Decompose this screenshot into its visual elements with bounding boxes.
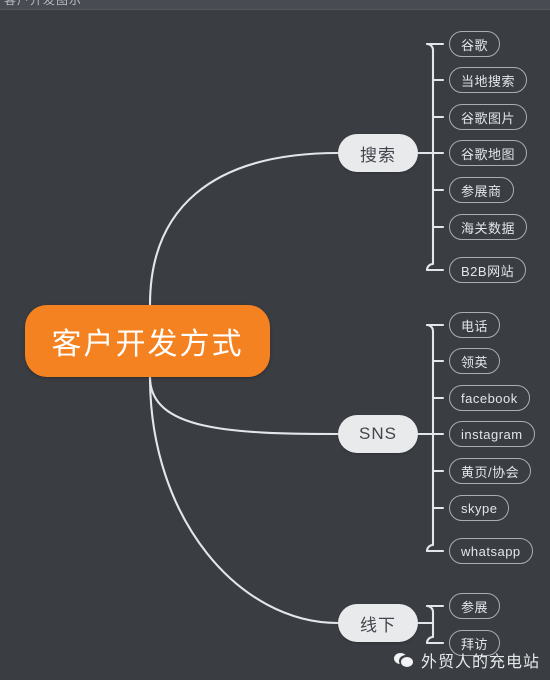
branch-node-search[interactable]: 搜索 xyxy=(338,134,418,172)
leaf-node-label: 参展 xyxy=(461,599,489,615)
leaf-node[interactable]: 参展商 xyxy=(449,177,514,203)
branch-node-offline[interactable]: 线下 xyxy=(338,604,418,642)
branch-node-sns[interactable]: SNS xyxy=(338,415,418,453)
leaf-node[interactable]: 领英 xyxy=(449,348,501,374)
branch-node-label: SNS xyxy=(359,424,397,443)
branch-node-label: 线下 xyxy=(360,615,396,635)
leaf-node[interactable]: instagram xyxy=(449,421,535,447)
leaf-node-label: 电话 xyxy=(461,318,489,334)
leaf-node-label: instagram xyxy=(461,426,523,442)
mindmap-canvas: 客户开发图示 客户开发方式 搜索 SNS 线下 谷歌 当地搜索 谷歌图片 谷歌地… xyxy=(0,0,550,680)
leaf-node-label: whatsapp xyxy=(461,543,521,559)
wechat-icon xyxy=(393,652,414,669)
root-node[interactable]: 客户开发方式 xyxy=(25,305,270,377)
leaf-node-label: 谷歌 xyxy=(461,37,489,53)
leaf-node[interactable]: skype xyxy=(449,495,510,521)
leaf-node-label: 谷歌地图 xyxy=(461,146,516,162)
leaf-node[interactable]: B2B网站 xyxy=(449,257,527,283)
watermark-label: 外贸人的充电站 xyxy=(420,654,540,671)
leaf-node-label: 领英 xyxy=(461,354,489,370)
leaf-node[interactable]: 谷歌地图 xyxy=(449,140,528,166)
leaf-node-label: facebook xyxy=(461,390,518,406)
leaf-node-label: skype xyxy=(461,500,498,516)
leaf-node[interactable]: 当地搜索 xyxy=(449,67,528,93)
leaf-node[interactable]: 电话 xyxy=(449,312,501,338)
link-root-sns xyxy=(148,375,340,436)
leaf-node-label: B2B网站 xyxy=(461,263,515,279)
branch-node-label: 搜索 xyxy=(360,145,396,165)
leaf-node-label: 当地搜索 xyxy=(461,73,516,89)
leaf-node[interactable]: 海关数据 xyxy=(449,214,528,240)
leaf-node[interactable]: 谷歌 xyxy=(449,31,501,57)
link-root-offline xyxy=(148,375,340,625)
leaf-node-label: 参展商 xyxy=(461,183,502,199)
leaf-node-label: 黄页/协会 xyxy=(461,464,520,480)
link-root-search xyxy=(148,151,340,307)
leaf-node-label: 海关数据 xyxy=(461,220,516,236)
window-top-strip: 客户开发图示 xyxy=(0,0,550,10)
leaf-node[interactable]: facebook xyxy=(449,385,530,411)
leaf-node[interactable]: 谷歌图片 xyxy=(449,104,528,130)
window-top-strip-text: 客户开发图示 xyxy=(4,0,83,7)
watermark: 外贸人的充电站 xyxy=(393,648,540,672)
leaf-node[interactable]: whatsapp xyxy=(449,538,533,564)
root-node-label: 客户开发方式 xyxy=(51,328,244,361)
leaf-node[interactable]: 参展 xyxy=(449,593,501,619)
leaf-node-label: 谷歌图片 xyxy=(461,110,516,126)
leaf-node[interactable]: 黄页/协会 xyxy=(449,458,532,484)
